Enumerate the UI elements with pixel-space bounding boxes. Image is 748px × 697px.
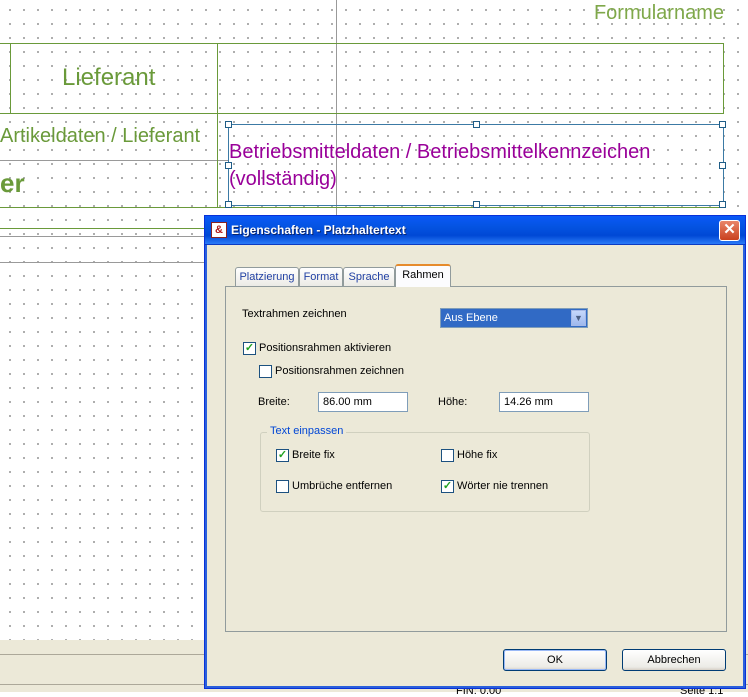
guide-line-horizontal [0,160,228,161]
woerter-label[interactable]: Wörter nie trennen [457,480,548,492]
app-icon: & [211,222,227,238]
textrahmen-select[interactable]: Aus Ebene ▼ [440,308,588,328]
breite-input[interactable]: 86.00 mm [318,392,408,412]
table-border-mid [217,43,218,207]
tab-panel-rahmen: Textrahmen zeichnen Aus Ebene ▼ ✓ Positi… [225,286,727,632]
dialog-titlebar[interactable]: & Eigenschaften - Platzhaltertext ✕ [205,216,745,245]
positionsrahmen-zeichnen-checkbox[interactable] [259,365,272,378]
truncated-bold-label[interactable]: er [0,168,25,199]
hoehe-label: Höhe: [438,396,468,408]
properties-dialog: & Eigenschaften - Platzhaltertext ✕ Plat… [204,215,746,689]
table-border-top [0,43,724,44]
positionsrahmen-aktivieren-label[interactable]: Positionsrahmen aktivieren [259,342,391,354]
tab-platzierung[interactable]: Platzierung [235,267,299,286]
hoehe-input[interactable]: 14.26 mm [499,392,589,412]
table-border [0,207,724,208]
table-border [0,113,724,114]
breite-fix-checkbox[interactable]: ✓ [276,449,289,462]
chevron-down-icon[interactable]: ▼ [571,310,586,326]
textrahmen-select-value: Aus Ebene [444,312,498,324]
artikeldaten-label[interactable]: Artikeldaten / Lieferant [0,125,200,148]
positionsrahmen-zeichnen-label[interactable]: Positionsrahmen zeichnen [275,365,404,377]
resize-handle-sw[interactable] [225,201,232,208]
resize-handle-s[interactable] [473,201,480,208]
guide-line-horizontal [0,236,204,237]
breite-label: Breite: [258,396,290,408]
resize-handle-n[interactable] [473,121,480,128]
form-name-label[interactable]: Formularname [594,2,724,25]
positionsrahmen-aktivieren-checkbox[interactable]: ✓ [243,342,256,355]
resize-handle-se[interactable] [719,201,726,208]
lieferant-label[interactable]: Lieferant [62,64,155,92]
selected-placeholder-text[interactable]: Betriebsmitteldaten / Betriebsmittelkenn… [225,121,726,208]
ok-button[interactable]: OK [503,649,607,671]
resize-handle-w[interactable] [225,162,232,169]
breite-fix-label[interactable]: Breite fix [292,449,335,461]
tab-sprache[interactable]: Sprache [343,267,395,286]
textrahmen-label: Textrahmen zeichnen [242,308,347,320]
tab-rahmen[interactable]: Rahmen [395,264,451,287]
text-einpassen-title: Text einpassen [267,425,347,437]
cancel-button[interactable]: Abbrechen [622,649,726,671]
close-button[interactable]: ✕ [719,220,740,241]
resize-handle-nw[interactable] [225,121,232,128]
resize-handle-ne[interactable] [719,121,726,128]
placeholder-text-content: Betriebsmitteldaten / Betriebsmittelkenn… [229,141,651,190]
dialog-title: Eigenschaften - Platzhaltertext [231,223,406,237]
text-einpassen-group: Text einpassen ✓ Breite fix Höhe fix Umb… [260,425,590,512]
umbrueche-label[interactable]: Umbrüche entfernen [292,480,392,492]
table-border-left [10,43,11,113]
resize-handle-e[interactable] [719,162,726,169]
table-border [0,228,204,229]
tab-format[interactable]: Format [299,267,343,286]
guide-line-horizontal [0,262,204,263]
woerter-checkbox[interactable]: ✓ [441,480,454,493]
umbrueche-checkbox[interactable] [276,480,289,493]
table-border-right [723,43,724,113]
hoehe-fix-checkbox[interactable] [441,449,454,462]
hoehe-fix-label[interactable]: Höhe fix [457,449,497,461]
